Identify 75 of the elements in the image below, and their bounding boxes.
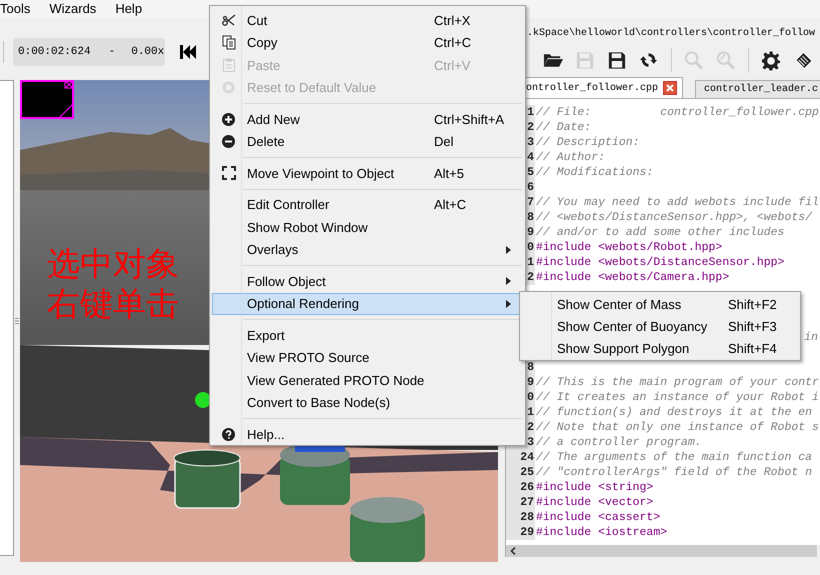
menu-item[interactable]: Copy Ctrl+C [212, 32, 523, 54]
shortcut-text: Ctrl+V [434, 58, 470, 72]
code-comment: // "controllerArgs" field of the Robot n [535, 465, 812, 480]
save-icon[interactable] [607, 50, 627, 70]
help-icon [222, 428, 235, 441]
shortcut-text: Ctrl+C [434, 35, 472, 50]
code-comment: in [804, 330, 818, 345]
brush-icon[interactable] [793, 50, 813, 70]
remove-icon [222, 135, 235, 148]
shortcut-text: Shift+F4 [728, 340, 777, 358]
menu-item[interactable]: Show Support Polygon Shift+F4 [522, 338, 798, 360]
annotation-text: 选中对象 [47, 244, 179, 284]
menu-item[interactable]: Tools [0, 0, 42, 19]
line-number: 26 [506, 480, 535, 495]
code-line: #include <vector> [535, 495, 654, 510]
clipboard-icon [222, 58, 234, 72]
shortcut-text: Ctrl+Shift+A [434, 112, 504, 126]
code-line: #include <cassert> [535, 510, 660, 525]
editor-tab[interactable]: controller_leader.c [695, 80, 820, 98]
shortcut-text: Alt+C [434, 197, 466, 212]
speed-text: 0.00x [131, 44, 164, 60]
menu-item[interactable]: Show Center of Mass Shift+F2 [522, 294, 798, 316]
code-comment: // Description: [535, 135, 640, 150]
code-comment: // Modifications: [535, 165, 654, 180]
line-number: 29 [506, 525, 535, 540]
annotation-text: 右键单击 [47, 284, 179, 324]
code-comment: // This is the main program of your contr [535, 375, 819, 390]
submenu-arrow-icon [506, 300, 510, 308]
code-comment: // Date: [535, 120, 592, 135]
code-comment: // File: controller_follower.cpp [535, 105, 819, 120]
code-comment: // The arguments of the main function ca [535, 450, 812, 465]
copy-icon [222, 35, 236, 50]
close-icon[interactable] [663, 81, 678, 95]
menu-item[interactable]: Cut Ctrl+X [212, 9, 523, 32]
menu-item[interactable]: Show Center of Buoyancy Shift+F3 [522, 316, 798, 338]
menu-item[interactable]: Help [103, 0, 154, 19]
code-line: #include <webots/Camera.hpp> [535, 270, 730, 285]
scissors-icon [222, 13, 236, 28]
shortcut-text: Shift+F3 [728, 318, 777, 336]
rewind-icon[interactable] [180, 45, 197, 59]
focus-icon [222, 166, 236, 180]
circle-icon [222, 81, 235, 94]
shortcut-text: Del [434, 134, 454, 149]
scroll-left-icon[interactable] [510, 547, 517, 555]
line-number: 27 [506, 495, 535, 510]
code-line: #include <string> [535, 480, 654, 495]
horizontal-scrollbar[interactable] [505, 545, 817, 557]
code-line: #include <webots/DistanceSensor.hpp> [535, 255, 784, 270]
settings-icon[interactable] [761, 50, 781, 70]
code-comment: // Note that only one instance of Robot s [535, 420, 819, 435]
shortcut-text: Shift+F2 [728, 296, 777, 314]
code-comment: // You may need to add webots include fil [535, 195, 819, 210]
menu-item[interactable]: Wizards [42, 0, 104, 19]
minimap-drawing [20, 80, 74, 119]
menu-item[interactable]: Export [212, 324, 523, 346]
code-comment: // Author: [535, 150, 606, 165]
code-comment: // a controller program. [535, 435, 702, 450]
shortcut-text: Alt+5 [434, 166, 464, 180]
code-comment: // and/or to add some other includes [535, 225, 784, 240]
submenu-arrow-icon [506, 277, 510, 286]
file-path-text: .kSpace\helloworld\controllers\controller_follow [526, 26, 816, 41]
code-comment: // <webots/DistanceSensor.hpp>, <webots/ [535, 210, 812, 225]
grip-icon[interactable] [15, 318, 19, 324]
line-number: 24 [506, 450, 535, 465]
add-icon [222, 112, 235, 126]
submenu-arrow-icon [506, 246, 510, 254]
shortcut-text: Ctrl+X [434, 12, 470, 28]
code-line: #include <webots/Robot.hpp> [535, 240, 722, 255]
line-number: 25 [506, 465, 535, 480]
code-comment: // function(s) and destroys it at the en [535, 405, 812, 420]
code-line: #include <iostream> [535, 525, 668, 540]
time-text: 0:00:02:624 [18, 44, 91, 60]
dash-text: - [108, 44, 116, 60]
code-comment: // It creates an instance of your Robot i [535, 390, 819, 405]
line-number: 28 [506, 510, 535, 525]
